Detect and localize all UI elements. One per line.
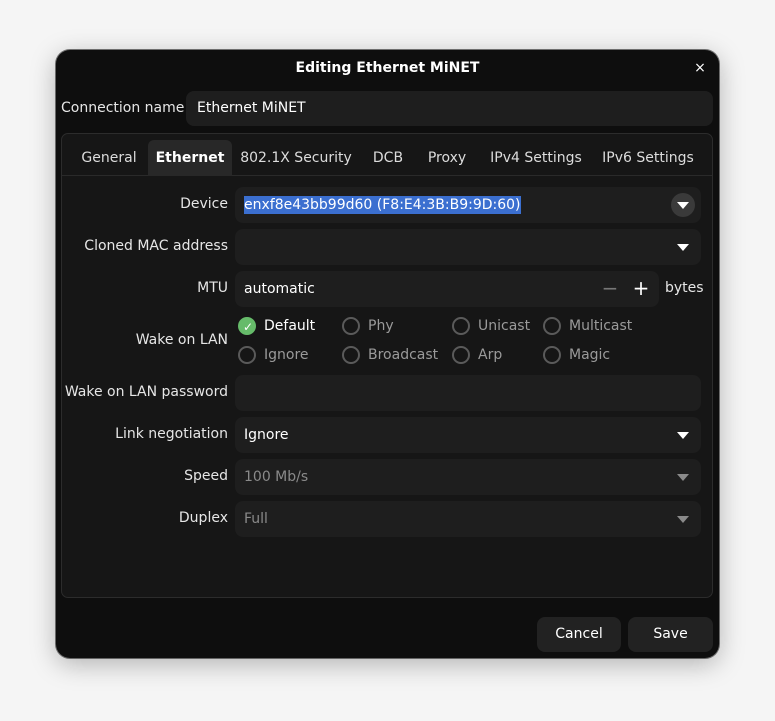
tab-bar: General Ethernet 802.1X Security DCB Pro… (62, 134, 712, 176)
link-negotiation-combo[interactable]: Ignore (235, 417, 701, 453)
wol-broadcast-label: Broadcast (368, 347, 439, 363)
tab-proxy[interactable]: Proxy (418, 140, 476, 176)
wol-multicast-radio[interactable] (543, 317, 561, 335)
wol-phy-label: Phy (368, 318, 394, 334)
chevron-down-icon[interactable] (677, 432, 689, 439)
mtu-label: MTU (197, 280, 228, 296)
cloned-mac-label: Cloned MAC address (84, 238, 228, 254)
check-icon: ✓ (242, 320, 254, 334)
chevron-down-icon[interactable] (677, 474, 689, 481)
tab-ethernet[interactable]: Ethernet (148, 140, 232, 176)
tab-ipv6-settings[interactable]: IPv6 Settings (594, 140, 702, 176)
wol-ignore-radio[interactable] (238, 346, 256, 364)
connection-name-label: Connection name (61, 100, 185, 116)
link-negotiation-label: Link negotiation (115, 426, 228, 442)
save-button[interactable]: Save (628, 617, 713, 652)
dialog-title: Editing Ethernet MiNET (295, 60, 480, 76)
chevron-down-icon (677, 202, 689, 209)
close-icon[interactable]: × (690, 58, 710, 78)
wol-multicast-label: Multicast (569, 318, 633, 334)
wol-default-radio[interactable]: ✓ (238, 317, 256, 335)
wol-password-label: Wake on LAN password (64, 384, 228, 400)
device-label: Device (180, 196, 228, 212)
tab-dcb[interactable]: DCB (362, 140, 414, 176)
duplex-label: Duplex (178, 510, 228, 526)
chevron-down-icon[interactable] (677, 516, 689, 523)
cloned-mac-combo[interactable] (235, 229, 701, 265)
speed-label: Speed (184, 468, 228, 484)
speed-combo[interactable]: 100 Mb/s (235, 459, 701, 495)
wol-arp-label: Arp (478, 347, 503, 363)
wol-phy-radio[interactable] (342, 317, 360, 335)
connection-name-input[interactable]: Ethernet MiNET (186, 91, 713, 126)
wake-on-lan-label: Wake on LAN (135, 332, 228, 348)
edit-connection-dialog: Editing Ethernet MiNET × Connection name… (56, 50, 719, 658)
wol-ignore-label: Ignore (264, 347, 309, 363)
wol-default-label: Default (264, 318, 316, 334)
device-value: enxf8e43bb99d60 (F8:E4:3B:B9:9D:60) (244, 196, 521, 214)
device-combo[interactable]: enxf8e43bb99d60 (F8:E4:3B:B9:9D:60) (235, 187, 701, 223)
chevron-down-icon[interactable] (677, 244, 689, 251)
wol-arp-radio[interactable] (452, 346, 470, 364)
duplex-combo[interactable]: Full (235, 501, 701, 537)
wol-magic-label: Magic (569, 347, 611, 363)
tab-general[interactable]: General (74, 140, 144, 176)
wol-unicast-label: Unicast (478, 318, 531, 334)
wol-unicast-radio[interactable] (452, 317, 470, 335)
wol-password-input[interactable] (235, 375, 701, 411)
tab-8021x-security[interactable]: 802.1X Security (238, 140, 354, 176)
plus-icon[interactable]: + (631, 278, 651, 298)
cancel-button[interactable]: Cancel (537, 617, 621, 652)
title-bar[interactable]: Editing Ethernet MiNET × (56, 50, 719, 86)
wol-broadcast-radio[interactable] (342, 346, 360, 364)
mtu-spinbutton[interactable]: automatic (235, 271, 659, 307)
tab-ipv4-settings[interactable]: IPv4 Settings (482, 140, 590, 176)
minus-icon[interactable]: − (600, 278, 620, 298)
wol-magic-radio[interactable] (543, 346, 561, 364)
mtu-unit-label: bytes (665, 280, 704, 296)
